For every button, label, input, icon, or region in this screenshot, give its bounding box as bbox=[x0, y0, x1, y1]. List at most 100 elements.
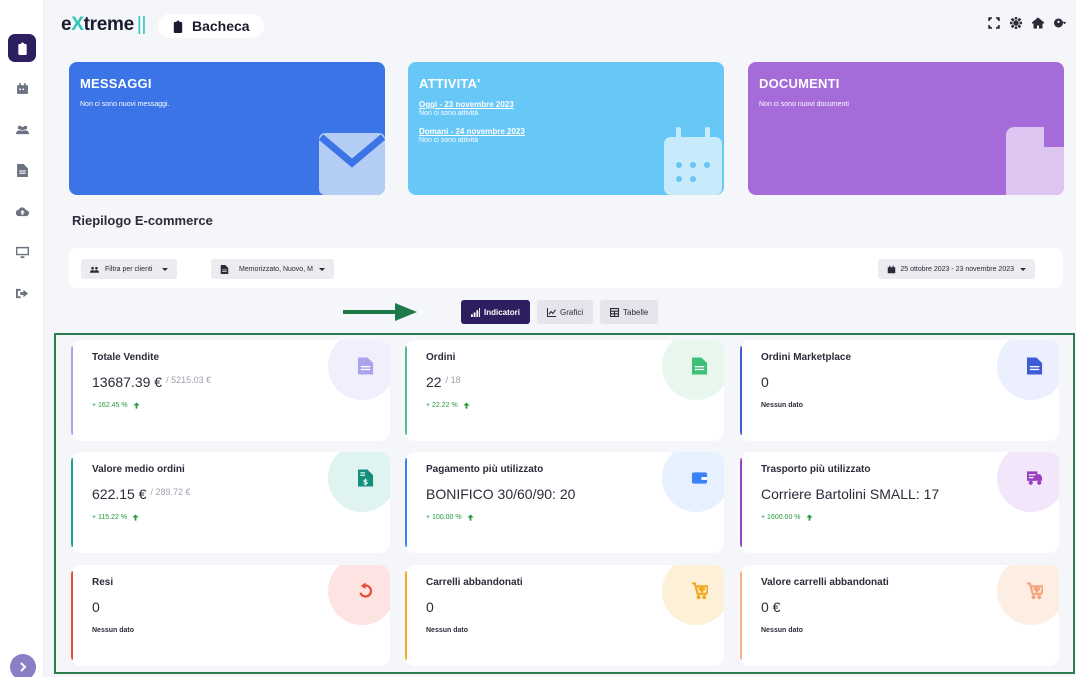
messages-card[interactable]: MESSAGGI Non ci sono nuovi messaggi. bbox=[69, 62, 385, 195]
arrow-up-icon bbox=[133, 402, 140, 409]
kpi-value: Corriere Bartolini SMALL: 17 bbox=[761, 486, 940, 502]
signal-icon bbox=[471, 307, 480, 317]
home-button[interactable] bbox=[1032, 17, 1044, 29]
section-title: Riepilogo E-commerce bbox=[72, 213, 213, 228]
kpi-delta: + 100.00 % bbox=[426, 514, 703, 521]
date-range-picker[interactable]: 25 ottobre 2023 - 23 novembre 2023 bbox=[878, 259, 1035, 279]
kpi-previous-value: / 18 bbox=[445, 375, 461, 385]
settings-button[interactable] bbox=[1010, 17, 1022, 29]
client-filter-label: Filtra per clienti bbox=[105, 265, 153, 273]
status-filter-label: Memorizzato, Nuovo, M bbox=[239, 265, 313, 273]
kpi-card[interactable]: Totale Vendite 13687.39 €/ 5215.03 € + 162… bbox=[71, 340, 390, 441]
table-icon bbox=[610, 307, 619, 317]
sidebar-item-calendar[interactable] bbox=[8, 74, 36, 102]
sign-out-icon bbox=[15, 288, 28, 298]
sidebar-item-dashboard[interactable] bbox=[8, 34, 36, 62]
kpi-delta: + 115.22 % bbox=[92, 514, 369, 521]
user-circle-icon bbox=[1054, 18, 1066, 28]
tab-tables-label: Tabelle bbox=[623, 307, 649, 317]
chevron-right-icon bbox=[20, 662, 27, 672]
kpi-accent-bar bbox=[740, 346, 742, 435]
kpi-card[interactable]: Valore carrelli abbandonati 0 € Nessun dat… bbox=[740, 565, 1059, 666]
today-text: Non ci sono attività bbox=[419, 110, 479, 117]
documents-card[interactable]: DOCUMENTI Non ci sono nuovi documenti bbox=[748, 62, 1064, 195]
logo-e: e bbox=[61, 14, 72, 35]
line-chart-icon bbox=[547, 307, 556, 317]
tab-tables[interactable]: Tabelle bbox=[600, 300, 659, 324]
document-icon bbox=[692, 357, 708, 375]
truck-icon bbox=[1027, 471, 1043, 485]
kpi-no-data: Nessun dato bbox=[761, 402, 804, 409]
kpi-delta-value: + 22.22 % bbox=[426, 402, 458, 409]
sidebar bbox=[0, 0, 44, 677]
sidebar-item-documents[interactable] bbox=[8, 156, 36, 184]
client-filter-dropdown[interactable]: Filtra per clienti bbox=[81, 259, 178, 279]
kpi-value: 0 € bbox=[761, 599, 781, 615]
kpi-card[interactable]: Ordini Marketplace 0 Nessun dato bbox=[740, 340, 1059, 441]
kpi-value-row: 0 bbox=[426, 599, 703, 615]
arrow-right-icon bbox=[343, 303, 417, 321]
user-menu-button[interactable] bbox=[1054, 17, 1066, 29]
kpi-no-data: Nessun dato bbox=[426, 627, 469, 634]
kpi-value: 0 bbox=[92, 599, 100, 615]
filter-bar: Filtra per clienti Memorizzato, Nuovo, M… bbox=[69, 248, 1063, 288]
undo-icon bbox=[359, 582, 373, 598]
kpi-card[interactable]: $ Valore medio ordini 622.15 €/ 289.72 € + … bbox=[71, 452, 390, 553]
kpi-value-row: 622.15 €/ 289.72 € bbox=[92, 486, 369, 502]
svg-text:$: $ bbox=[363, 478, 368, 487]
document-icon bbox=[358, 357, 374, 375]
logo-rest: treme bbox=[83, 14, 135, 35]
kpi-previous-value: / 5215.03 € bbox=[166, 375, 212, 385]
kpi-value-row: 0 bbox=[92, 599, 369, 615]
envelope-icon bbox=[319, 133, 385, 195]
fullscreen-icon bbox=[988, 17, 1000, 29]
sidebar-item-users[interactable] bbox=[8, 115, 36, 143]
messages-text: Non ci sono nuovi messaggi. bbox=[80, 101, 170, 108]
kpi-delta: + 22.22 % bbox=[426, 402, 703, 409]
kpi-card[interactable]: Trasporto più utilizzato Corriere Bartoli… bbox=[740, 452, 1059, 553]
calendar-icon bbox=[16, 82, 28, 94]
caret-down-icon bbox=[162, 267, 169, 271]
status-filter-dropdown[interactable]: Memorizzato, Nuovo, M bbox=[211, 259, 334, 279]
kpi-previous-value: / 289.72 € bbox=[150, 487, 191, 497]
today-link[interactable]: Oggi - 23 novembre 2023 bbox=[419, 100, 713, 109]
kpi-accent-bar bbox=[71, 458, 73, 547]
kpi-value: 0 bbox=[426, 599, 434, 615]
cloud-upload-icon bbox=[15, 206, 29, 216]
calendar-icon bbox=[888, 265, 896, 273]
cart-plus-icon bbox=[692, 582, 708, 600]
clipboard-icon bbox=[173, 19, 183, 33]
sidebar-item-cloud[interactable] bbox=[8, 197, 36, 225]
kpi-accent-bar bbox=[405, 458, 407, 547]
tab-indicators[interactable]: Indicatori bbox=[461, 300, 531, 324]
kpi-value-row: 0 € bbox=[761, 599, 1038, 615]
app-logo[interactable]: eXtreme || bbox=[61, 14, 146, 36]
gear-icon bbox=[1010, 17, 1022, 29]
kpi-value: 622.15 € bbox=[92, 486, 147, 502]
sidebar-item-logout[interactable] bbox=[8, 279, 36, 307]
breadcrumb[interactable]: Bacheca bbox=[158, 14, 264, 38]
users-icon bbox=[90, 266, 99, 273]
sidebar-item-monitor[interactable] bbox=[8, 238, 36, 266]
kpi-value: 0 bbox=[761, 374, 769, 390]
document-icon bbox=[1027, 357, 1043, 375]
kpi-delta-value: + 1600.00 % bbox=[761, 514, 801, 521]
fullscreen-button[interactable] bbox=[988, 17, 1000, 29]
kpi-delta-value: + 162.45 % bbox=[92, 402, 128, 409]
kpi-card[interactable]: Resi 0 Nessun dato bbox=[71, 565, 390, 666]
invoice-dollar-icon: $ bbox=[358, 469, 374, 487]
activities-card[interactable]: ATTIVITA' Oggi - 23 novembre 2023 Non ci… bbox=[408, 62, 724, 195]
kpi-value-row: 13687.39 €/ 5215.03 € bbox=[92, 374, 369, 390]
kpi-value: BONIFICO 30/60/90: 20 bbox=[426, 486, 576, 502]
date-range-label: 25 ottobre 2023 - 23 novembre 2023 bbox=[900, 265, 1014, 273]
arrow-up-icon bbox=[132, 514, 139, 521]
logo-bars: || bbox=[136, 14, 147, 35]
kpi-value-row: 0 bbox=[761, 374, 1038, 390]
top-actions bbox=[988, 17, 1066, 29]
kpi-no-data: Nessun dato bbox=[761, 627, 804, 634]
kpi-card[interactable]: Ordini 22/ 18 + 22.22 % bbox=[405, 340, 724, 441]
tab-charts[interactable]: Grafici bbox=[537, 300, 594, 324]
sidebar-expand-button[interactable] bbox=[10, 654, 36, 677]
kpi-card[interactable]: Pagamento più utilizzato BONIFICO 30/60/9… bbox=[405, 452, 724, 553]
kpi-card[interactable]: Carrelli abbandonati 0 Nessun dato bbox=[405, 565, 724, 666]
